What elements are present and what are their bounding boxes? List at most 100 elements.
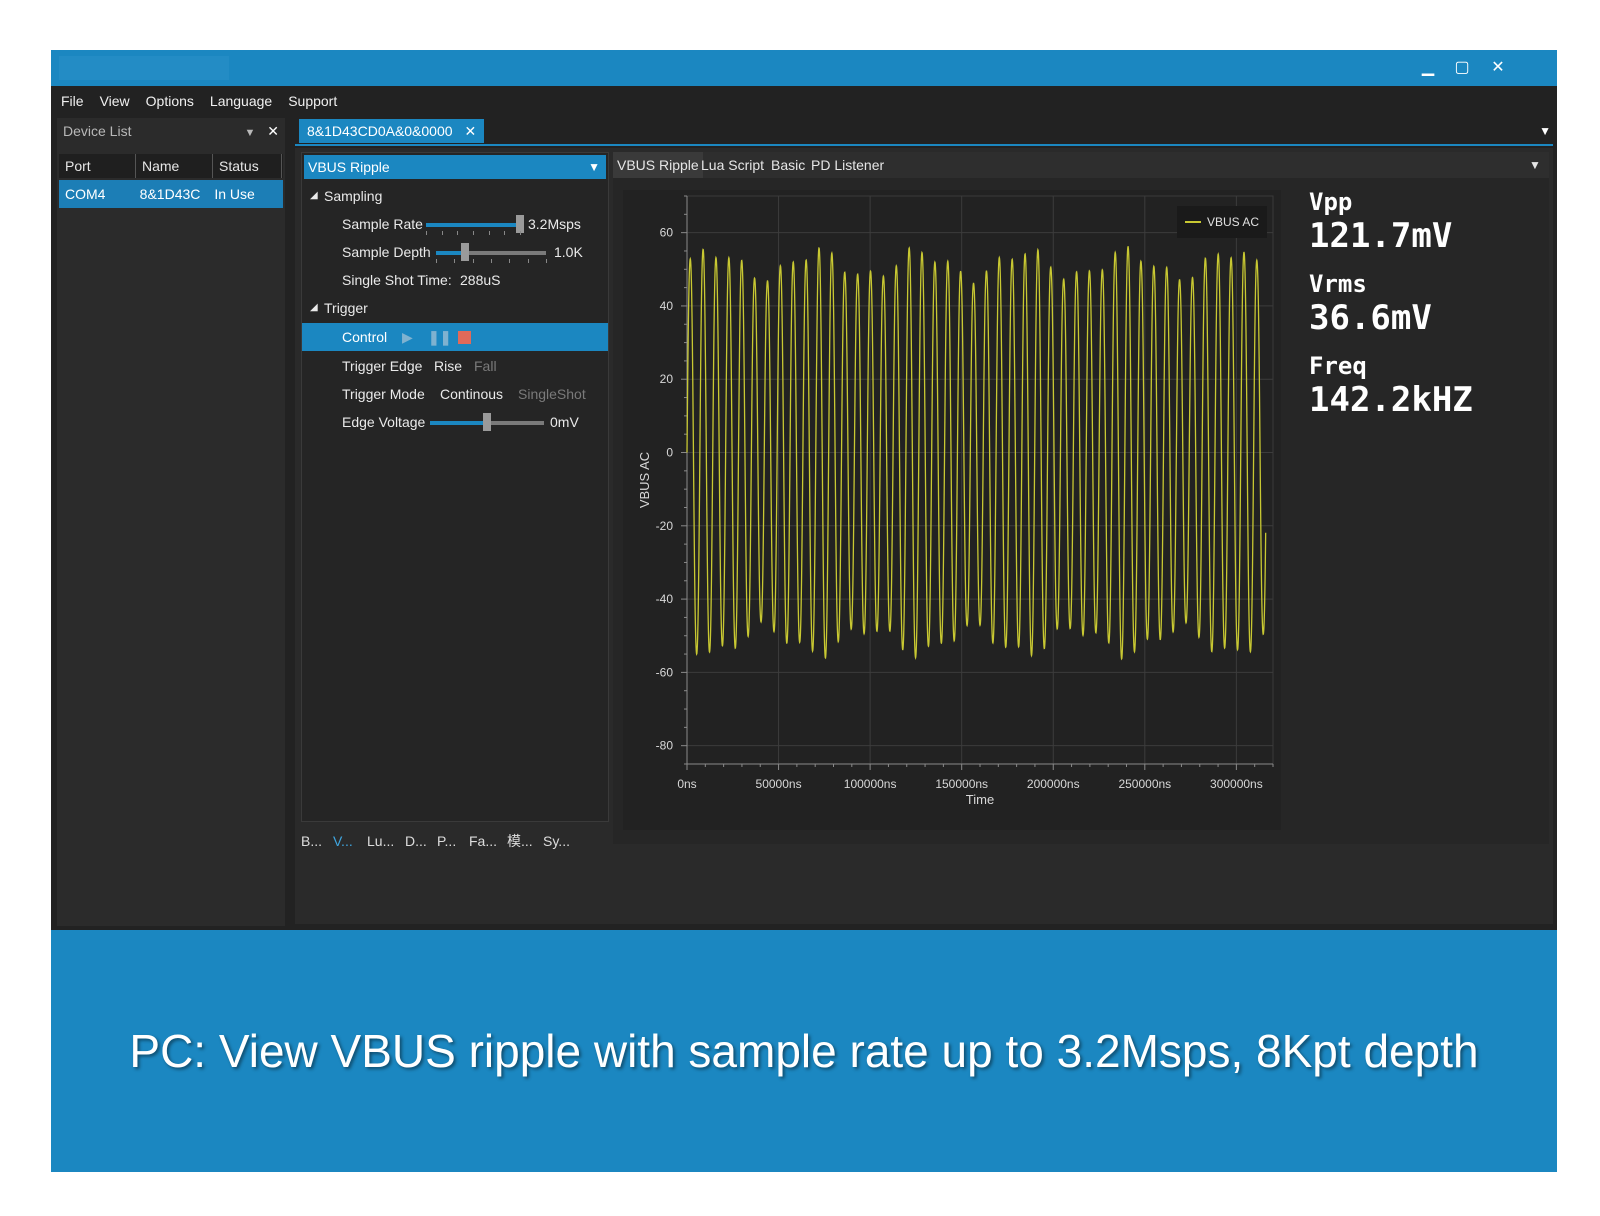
menu-view[interactable]: View — [100, 93, 130, 109]
chart-tab-strip: VBUS Ripple Lua Script Basic PD Listener… — [613, 152, 1549, 178]
sample-depth-ticks — [436, 259, 547, 263]
column-status[interactable]: Status — [213, 154, 282, 178]
slider-tick — [504, 231, 506, 235]
collapse-triangle-icon: ◢ — [310, 302, 318, 313]
y-tick-label: 0 — [666, 446, 673, 460]
title-bar: ▁ ▢ ✕ — [51, 50, 1557, 86]
close-icon[interactable]: ✕ — [267, 123, 279, 139]
trigger-edge-row: Trigger Edge Rise Fall — [302, 353, 608, 379]
minimize-button[interactable]: ▁ — [1413, 54, 1443, 82]
freq-value: 142.2kHZ — [1309, 380, 1473, 420]
slider-tick — [426, 231, 427, 235]
sample-rate-label: Sample Rate — [342, 216, 423, 232]
plot-frame — [686, 195, 1274, 765]
device-table-header: Port Name Status — [59, 154, 283, 178]
bottom-tab-chinese[interactable]: 模... — [507, 828, 533, 854]
trigger-header: Trigger — [324, 300, 368, 316]
device-row[interactable]: COM4 8&1D43C In Use — [59, 180, 283, 208]
chart-tab-basic[interactable]: Basic — [771, 152, 805, 178]
vpp-value: 121.7mV — [1309, 216, 1453, 256]
x-tick-label: 150000ns — [935, 777, 988, 791]
mode-select[interactable]: VBUS Ripple ▼ — [304, 155, 606, 179]
caption-banner: PC: View VBUS ripple with sample rate up… — [51, 930, 1557, 1172]
x-tick-label: 50000ns — [756, 777, 802, 791]
measurement-vpp: Vpp 121.7mV — [1309, 188, 1452, 256]
measurement-vrms: Vrms 36.6mV — [1309, 270, 1432, 338]
close-window-button[interactable]: ✕ — [1483, 54, 1513, 82]
device-list-header: Device List ▼ ✕ — [57, 118, 285, 144]
trigger-mode-label: Trigger Mode — [342, 386, 425, 402]
caption-text: PC: View VBUS ripple with sample rate up… — [129, 1025, 1479, 1077]
y-tick-label: -80 — [656, 739, 674, 753]
chart-tab-vbus-ripple[interactable]: VBUS Ripple — [613, 152, 703, 178]
control-label: Control — [342, 329, 388, 345]
bottom-tab-basic[interactable]: B... — [301, 828, 322, 854]
column-port[interactable]: Port — [59, 154, 136, 178]
slider-tick — [454, 259, 456, 263]
trigger-edge-fall[interactable]: Fall — [474, 353, 497, 379]
y-tick-label: 40 — [660, 299, 674, 313]
single-shot-label: Single Shot Time: — [342, 272, 452, 288]
column-name[interactable]: Name — [136, 154, 213, 178]
bottom-tab-lua[interactable]: Lu... — [367, 828, 394, 854]
x-tick-label: 100000ns — [844, 777, 897, 791]
y-tick-label: 60 — [660, 226, 674, 240]
chart-tab-overflow-icon[interactable]: ▼ — [1529, 152, 1541, 178]
x-tick-label: 250000ns — [1118, 777, 1171, 791]
menu-language[interactable]: Language — [210, 93, 272, 109]
tab-device[interactable]: 8&1D43CD0A&0&0000 ✕ — [299, 119, 485, 143]
plot-area: 0ns 50000ns 100000ns 150000ns 200000ns 250000… — [623, 190, 1281, 830]
stop-icon[interactable] — [458, 331, 471, 344]
close-icon[interactable]: ✕ — [464, 123, 476, 139]
sampling-group[interactable]: ◢ Sampling — [302, 183, 608, 209]
menu-file[interactable]: File — [61, 93, 84, 109]
chart-tab-lua-script[interactable]: Lua Script — [701, 152, 764, 178]
bottom-tab-fa[interactable]: Fa... — [469, 828, 497, 854]
mode-select-value: VBUS Ripple — [308, 159, 390, 175]
sample-depth-slider[interactable] — [436, 243, 546, 261]
menu-options[interactable]: Options — [146, 93, 194, 109]
property-panel: VBUS Ripple ▼ ◢ Sampling Sample Rate 3.2… — [301, 152, 609, 822]
chevron-down-icon[interactable]: ▼ — [244, 127, 255, 139]
freq-label: Freq — [1309, 352, 1367, 380]
app-title-blurred — [59, 56, 229, 80]
tab-underline — [295, 144, 1553, 146]
tab-overflow-icon[interactable]: ▼ — [1539, 124, 1551, 138]
trigger-group[interactable]: ◢ Trigger — [302, 295, 608, 321]
sample-rate-slider[interactable] — [426, 215, 524, 233]
slider-tick — [527, 259, 529, 263]
edge-voltage-value: 0mV — [550, 414, 579, 430]
maximize-button[interactable]: ▢ — [1447, 54, 1477, 82]
slider-tick — [473, 231, 474, 235]
slider-tick — [509, 259, 511, 263]
play-icon[interactable]: ▶ — [402, 323, 413, 351]
device-name: 8&1D43C — [139, 186, 201, 202]
bottom-tab-sy[interactable]: Sy... — [543, 828, 570, 854]
single-shot-row: Single Shot Time: 288uS — [302, 267, 608, 293]
slider-tick — [491, 259, 492, 263]
bottom-tab-vbus[interactable]: V... — [333, 828, 353, 854]
vpp-label: Vpp — [1309, 188, 1353, 216]
vrms-label: Vrms — [1309, 270, 1367, 298]
sampling-header: Sampling — [324, 188, 383, 204]
single-shot-value: 288uS — [460, 272, 501, 288]
edge-voltage-slider[interactable] — [430, 413, 544, 431]
pause-icon[interactable]: ❚❚ — [428, 323, 451, 351]
app-window: ▁ ▢ ✕ File View Options Language Support… — [51, 50, 1557, 1172]
chart-tab-pd-listener[interactable]: PD Listener — [811, 152, 884, 178]
device-status: In Use — [214, 186, 255, 202]
bottom-tab-d[interactable]: D... — [405, 828, 427, 854]
device-list-controls: ▼ ✕ — [244, 123, 279, 140]
bottom-tab-p[interactable]: P... — [437, 828, 456, 854]
slider-tick — [546, 259, 547, 263]
trigger-mode-singleshot[interactable]: SingleShot — [518, 381, 586, 407]
slider-tick — [488, 231, 490, 235]
vbus-chart: 0ns 50000ns 100000ns 150000ns 200000ns 250000… — [637, 195, 1274, 807]
trigger-edge-rise[interactable]: Rise — [434, 353, 462, 379]
slider-tick — [520, 231, 521, 235]
vrms-value: 36.6mV — [1309, 298, 1432, 338]
document-area: VBUS Ripple ▼ ◢ Sampling Sample Rate 3.2… — [295, 148, 1553, 924]
sample-rate-value: 3.2Msps — [528, 216, 581, 232]
menu-support[interactable]: Support — [288, 93, 337, 109]
trigger-mode-continuous[interactable]: Continous — [440, 381, 503, 407]
